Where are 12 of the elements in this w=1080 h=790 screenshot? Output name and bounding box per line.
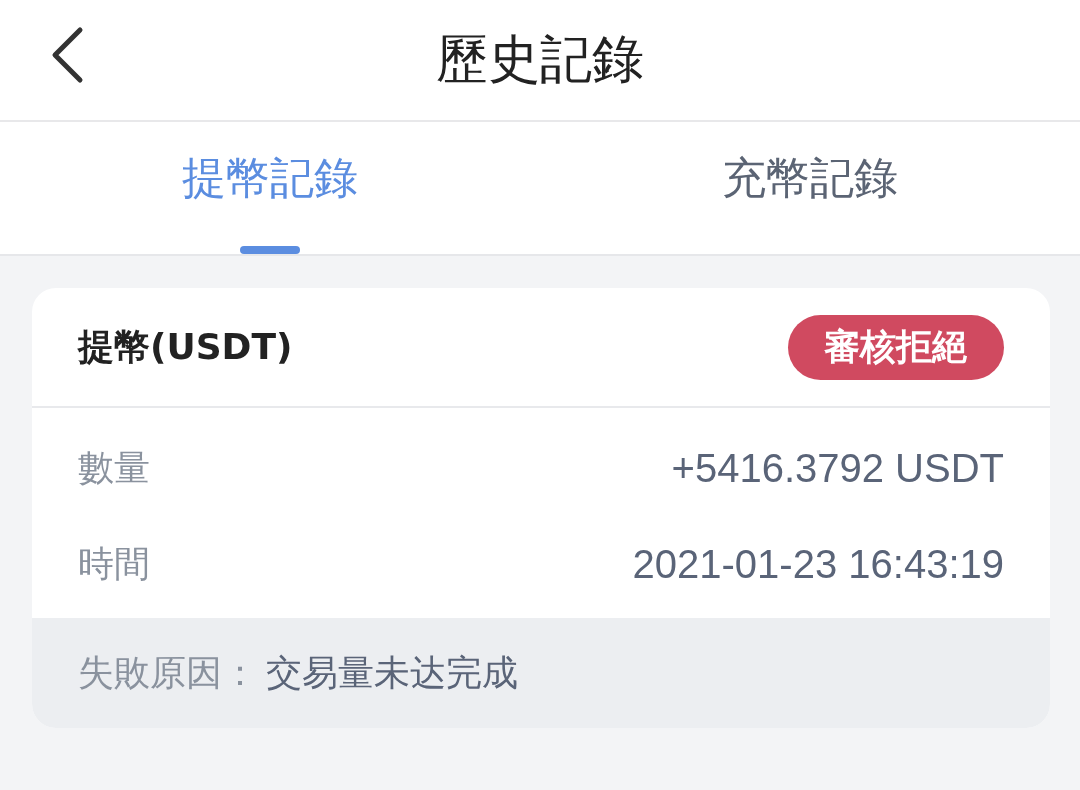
field-label: 時間 (78, 541, 150, 586)
failure-reason: 交易量未达完成 (266, 650, 518, 695)
tab[interactable]: 提幣記錄 (0, 122, 540, 254)
field-value: 2021-01-23 16:43:19 (632, 541, 1004, 587)
page-title: 歷史記錄 (436, 28, 644, 91)
failure-label: 失敗原因： (78, 650, 258, 695)
field-label: 數量 (78, 445, 150, 490)
field-value: +5416.3792 USDT (671, 445, 1004, 491)
tab[interactable]: 充幣記錄 (540, 122, 1080, 254)
status-badge: 審核拒絕 (788, 314, 1004, 380)
back-icon[interactable] (50, 26, 84, 84)
record-title: 提幣(USDT) (78, 324, 293, 369)
